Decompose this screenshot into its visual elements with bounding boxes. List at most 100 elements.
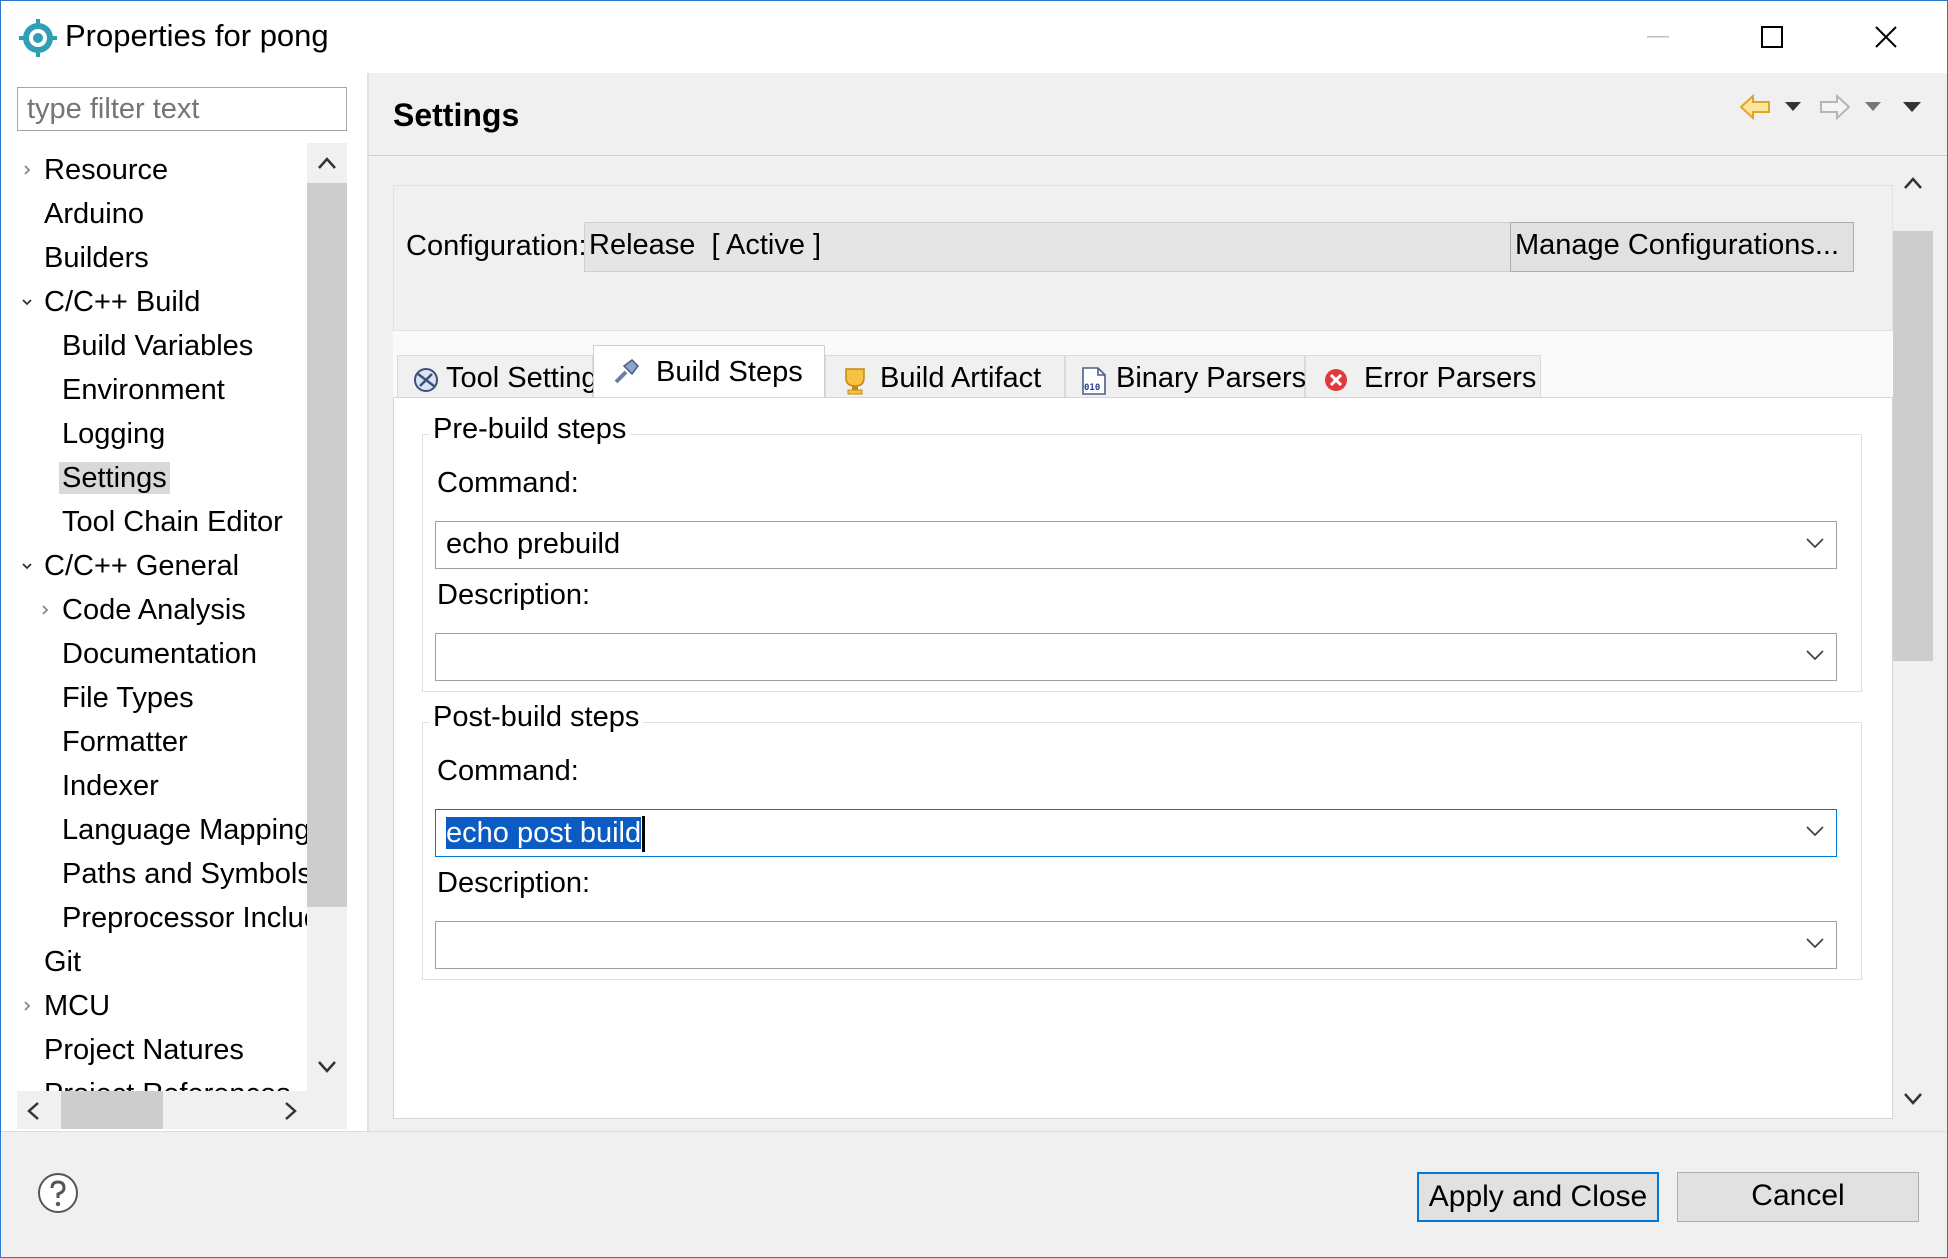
- chevron-down-icon[interactable]: [1806, 937, 1824, 949]
- minimize-button[interactable]: [1633, 13, 1683, 61]
- tree-item[interactable]: Code Analysis: [42, 589, 249, 631]
- tree-item-label: Language Mappings: [62, 814, 307, 846]
- tree-item-label: Arduino: [44, 198, 144, 230]
- scroll-right-icon[interactable]: [285, 1102, 297, 1120]
- build-steps-panel: Pre-build steps Command: echo prebuild D…: [393, 397, 1893, 1119]
- manage-configurations-button[interactable]: Manage Configurations...: [1510, 222, 1854, 272]
- tree-vertical-scrollbar[interactable]: [307, 143, 347, 1091]
- svg-text:010: 010: [1084, 383, 1100, 393]
- back-menu-button[interactable]: [1785, 87, 1801, 127]
- tree-item-label: Project Natures: [44, 1034, 244, 1066]
- tab-build-artifact[interactable]: Build Artifact: [825, 355, 1065, 401]
- page-header: Settings: [369, 73, 1947, 156]
- tree-item-label: Paths and Symbols: [62, 858, 307, 890]
- tree-item[interactable]: C/C++ Build: [22, 281, 203, 323]
- build-steps-icon: [614, 359, 639, 384]
- tree-item[interactable]: Project Natures: [41, 1029, 247, 1071]
- collapsed-twisty-icon[interactable]: [21, 164, 33, 176]
- error-parsers-icon: [1325, 369, 1347, 391]
- tree-item[interactable]: MCU: [24, 985, 113, 1027]
- tree-item-label: Preprocessor Include Paths: [62, 902, 307, 934]
- expanded-twisty-icon[interactable]: [21, 296, 33, 308]
- filter-input[interactable]: [17, 87, 347, 131]
- prebuild-command-label: Command:: [437, 467, 579, 499]
- binary-parsers-icon: 010: [1082, 367, 1106, 395]
- tree-item[interactable]: Preprocessor Include Paths: [59, 897, 307, 939]
- tree-item[interactable]: Arduino: [41, 193, 147, 235]
- tree-item[interactable]: Resource: [24, 149, 171, 191]
- tree-item-label: Indexer: [62, 770, 159, 802]
- postbuild-command-field[interactable]: echo post build: [435, 809, 1837, 857]
- content-vscroll-thumb[interactable]: [1893, 231, 1933, 661]
- configuration-combo[interactable]: Release [ Active ]: [584, 222, 1618, 272]
- postbuild-command-value: echo post build: [446, 816, 642, 849]
- tree-item[interactable]: Tool Chain Editor: [59, 501, 286, 543]
- chevron-down-icon[interactable]: [1806, 649, 1824, 661]
- scroll-up-icon[interactable]: [1904, 177, 1922, 189]
- tree-item[interactable]: Documentation: [59, 633, 260, 675]
- postbuild-description-field[interactable]: [435, 921, 1837, 969]
- tree-item-label: Tool Chain Editor: [62, 506, 283, 538]
- expanded-twisty-icon[interactable]: [21, 560, 33, 572]
- chevron-down-icon[interactable]: [1806, 825, 1824, 837]
- text-caret: [642, 816, 646, 852]
- scroll-up-icon[interactable]: [318, 157, 336, 169]
- tree-item[interactable]: C/C++ General: [22, 545, 242, 587]
- chevron-down-icon[interactable]: [1806, 537, 1824, 549]
- properties-dialog: Properties for pong Resource Arduino Build…: [0, 0, 1948, 1258]
- tab-binary-parsers[interactable]: 010 Binary Parsers: [1065, 355, 1306, 401]
- tab-label: Build Steps: [656, 356, 803, 388]
- tree-vscroll-thumb[interactable]: [307, 183, 347, 907]
- collapsed-twisty-icon[interactable]: [39, 604, 51, 616]
- tree-item-label: Logging: [62, 418, 166, 450]
- right-pane: Settings Configuration: Release [Active…: [369, 73, 1947, 1131]
- tree-item[interactable]: Git: [41, 941, 84, 983]
- scroll-down-icon[interactable]: [318, 1061, 336, 1073]
- tree-item[interactable]: Language Mappings: [59, 809, 307, 851]
- tree-item-label: Formatter: [62, 726, 188, 758]
- view-menu-icon: [1903, 102, 1921, 112]
- tree-item[interactable]: Indexer: [59, 765, 162, 807]
- tab-tool-settings[interactable]: Tool Settings: [397, 355, 612, 401]
- postbuild-command-label: Command:: [437, 755, 579, 787]
- tree-item[interactable]: Paths and Symbols: [59, 853, 307, 895]
- collapsed-twisty-icon[interactable]: [21, 1000, 33, 1012]
- tree-item[interactable]: Formatter: [59, 721, 191, 763]
- tree-item-label: MCU: [44, 990, 111, 1022]
- minimize-icon: [1647, 36, 1669, 38]
- maximize-button[interactable]: [1747, 13, 1797, 61]
- back-arrow-icon: [1739, 94, 1770, 120]
- configuration-row: Configuration: Release [ Active ] Manage…: [393, 185, 1893, 331]
- postbuild-group: Post-build steps Command: echo post buil…: [422, 701, 1862, 980]
- tree-item[interactable]: Build Variables: [59, 325, 256, 367]
- window-title: Properties for pong: [65, 18, 329, 53]
- tree-horizontal-scrollbar[interactable]: [17, 1091, 307, 1129]
- apply-and-close-button[interactable]: Apply and Close: [1417, 1172, 1659, 1222]
- tree-item[interactable]: Environment: [59, 369, 228, 411]
- tab-build-steps[interactable]: Build Steps: [593, 345, 825, 401]
- tree-item-label: C/C++ Build: [44, 286, 201, 318]
- close-button[interactable]: [1861, 13, 1911, 61]
- scroll-left-icon[interactable]: [27, 1102, 39, 1120]
- tree-item[interactable]: Logging: [59, 413, 168, 455]
- tree-item-label: Project References: [41, 1078, 294, 1091]
- tree-hscroll-thumb[interactable]: [61, 1091, 163, 1129]
- tree-item[interactable]: Builders: [41, 237, 152, 279]
- prebuild-command-field[interactable]: echo prebuild: [435, 521, 1837, 569]
- prebuild-description-field[interactable]: [435, 633, 1837, 681]
- content-vertical-scrollbar[interactable]: [1893, 157, 1933, 1119]
- cancel-button[interactable]: Cancel: [1677, 1172, 1919, 1222]
- prebuild-command-value: echo prebuild: [446, 528, 621, 560]
- configuration-value: Release [ Active ]: [589, 229, 822, 261]
- tab-error-parsers[interactable]: Error Parsers: [1305, 355, 1541, 401]
- help-icon[interactable]: [37, 1172, 79, 1214]
- prebuild-group: Pre-build steps Command: echo prebuild D…: [422, 413, 1862, 692]
- tree-item[interactable]: Settings: [59, 457, 170, 499]
- view-menu-button[interactable]: [1903, 87, 1921, 127]
- back-button[interactable]: [1739, 87, 1771, 127]
- forward-button[interactable]: [1819, 87, 1851, 127]
- tree-item[interactable]: Project References: [41, 1073, 294, 1091]
- forward-menu-button[interactable]: [1865, 87, 1881, 127]
- scroll-down-icon[interactable]: [1904, 1093, 1922, 1105]
- tree-item[interactable]: File Types: [59, 677, 197, 719]
